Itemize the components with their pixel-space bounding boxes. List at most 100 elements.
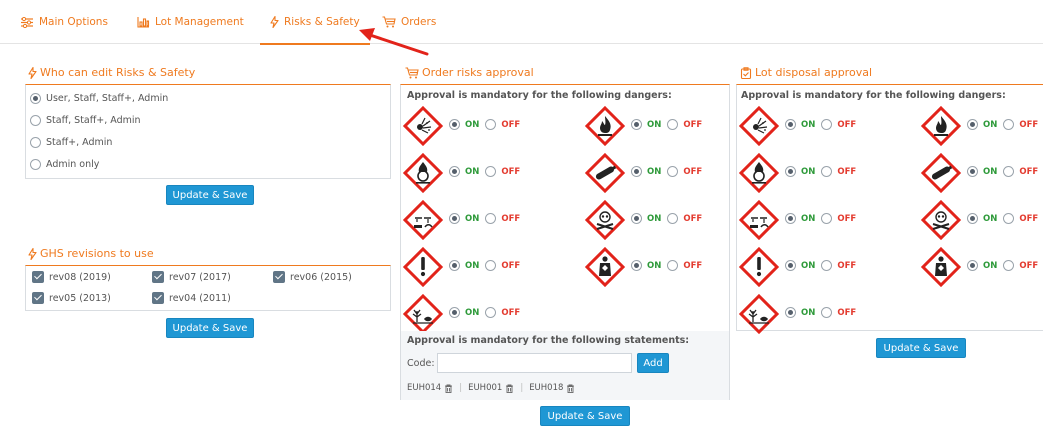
off-radio[interactable]: [821, 213, 833, 224]
radio-button[interactable]: [30, 137, 41, 148]
off-label: OFF: [501, 307, 521, 318]
off-radio[interactable]: [485, 213, 497, 224]
checkbox-rev07[interactable]: rev07 (2017): [152, 271, 231, 283]
on-radio[interactable]: [631, 119, 642, 130]
off-radio[interactable]: [821, 119, 833, 130]
radio-option-user-staff-admin[interactable]: User, Staff, Staff+, Admin: [30, 93, 168, 104]
checkbox[interactable]: [152, 292, 164, 304]
ghs-revisions-title: GHS revisions to use: [28, 247, 154, 260]
off-radio[interactable]: [1003, 166, 1015, 177]
off-radio[interactable]: [1003, 260, 1015, 271]
off-radio[interactable]: [667, 213, 679, 224]
on-radio[interactable]: [967, 119, 978, 130]
order-risks-save-button[interactable]: Update & Save: [540, 406, 630, 426]
checkbox[interactable]: [32, 271, 44, 283]
checkbox-label: rev05 (2013): [49, 292, 111, 304]
off-radio[interactable]: [667, 260, 679, 271]
off-label: OFF: [683, 166, 703, 177]
bolt-icon: [28, 247, 37, 260]
checkbox[interactable]: [273, 271, 285, 283]
off-radio[interactable]: [821, 307, 833, 318]
statement-code: EUH014: [407, 383, 442, 393]
on-off-toggle: ON OFF: [967, 260, 1038, 271]
on-radio[interactable]: [967, 260, 978, 271]
toxic-skull-icon: [585, 200, 625, 240]
bolt-icon: [28, 66, 37, 79]
on-label: ON: [465, 213, 480, 224]
flammable-icon: [585, 106, 625, 146]
on-label: ON: [983, 213, 998, 224]
statement-tags: EUH014 | EUH001 | EUH018: [407, 383, 581, 393]
radio-option-staffplus-admin[interactable]: Staff+, Admin: [30, 137, 112, 148]
code-input[interactable]: [437, 353, 632, 373]
ghs-revisions-save-button[interactable]: Update & Save: [166, 318, 254, 338]
on-radio[interactable]: [631, 213, 642, 224]
delete-icon[interactable]: [444, 384, 453, 393]
radio-button[interactable]: [30, 159, 41, 170]
on-radio[interactable]: [785, 213, 796, 224]
on-off-toggle: ON OFF: [785, 166, 856, 177]
on-radio[interactable]: [785, 119, 796, 130]
on-radio[interactable]: [449, 307, 460, 318]
off-radio[interactable]: [485, 166, 497, 177]
radio-option-admin-only[interactable]: Admin only: [30, 159, 99, 170]
statements-area: Approval is mandatory for the following …: [401, 331, 729, 400]
checkbox-rev06[interactable]: rev06 (2015): [273, 271, 352, 283]
checkbox-rev05[interactable]: rev05 (2013): [32, 292, 111, 304]
on-radio[interactable]: [967, 213, 978, 224]
delete-icon[interactable]: [505, 384, 514, 393]
exclamation-icon: [739, 247, 779, 287]
explosive-icon: [739, 106, 779, 146]
off-radio[interactable]: [667, 166, 679, 177]
who-can-edit-save-button[interactable]: Update & Save: [166, 185, 254, 205]
on-label: ON: [465, 166, 480, 177]
radio-button[interactable]: [30, 93, 41, 104]
on-off-toggle: ON OFF: [967, 119, 1038, 130]
checkbox-rev04[interactable]: rev04 (2011): [152, 292, 231, 304]
tab-lot-management[interactable]: Lot Management: [137, 0, 244, 44]
oxidizer-icon: [403, 153, 443, 193]
on-radio[interactable]: [449, 119, 460, 130]
checkbox-rev08[interactable]: rev08 (2019): [32, 271, 111, 283]
checkbox[interactable]: [32, 292, 44, 304]
on-radio[interactable]: [631, 260, 642, 271]
statements-header: Approval is mandatory for the following …: [407, 335, 690, 346]
off-radio[interactable]: [485, 307, 497, 318]
toxic-skull-icon: [921, 200, 961, 240]
delete-icon[interactable]: [566, 384, 575, 393]
off-radio[interactable]: [667, 119, 679, 130]
lot-disposal-save-button[interactable]: Update & Save: [876, 338, 966, 358]
on-radio[interactable]: [785, 307, 796, 318]
statement-tag: EUH018: [529, 383, 575, 393]
tab-risks-safety[interactable]: Risks & Safety: [260, 0, 370, 45]
off-radio[interactable]: [485, 260, 497, 271]
on-label: ON: [801, 260, 816, 271]
off-radio[interactable]: [1003, 119, 1015, 130]
off-radio[interactable]: [821, 260, 833, 271]
radio-button[interactable]: [30, 115, 41, 126]
add-statement-button[interactable]: Add: [637, 353, 669, 373]
radio-option-staff-admin[interactable]: Staff, Staff+, Admin: [30, 115, 141, 126]
on-off-toggle: ON OFF: [785, 260, 856, 271]
on-radio[interactable]: [449, 260, 460, 271]
on-radio[interactable]: [631, 166, 642, 177]
tab-label: Risks & Safety: [284, 16, 360, 28]
cart-icon: [405, 66, 419, 78]
on-off-toggle: ON OFF: [785, 119, 856, 130]
off-radio[interactable]: [1003, 213, 1015, 224]
on-radio[interactable]: [449, 166, 460, 177]
who-can-edit-title: Who can edit Risks & Safety: [28, 66, 195, 79]
checkbox[interactable]: [152, 271, 164, 283]
tab-main-options[interactable]: Main Options: [20, 0, 108, 44]
checkbox-label: rev08 (2019): [49, 271, 111, 283]
on-radio[interactable]: [785, 260, 796, 271]
radio-label: Staff, Staff+, Admin: [46, 115, 141, 126]
on-radio[interactable]: [449, 213, 460, 224]
off-label: OFF: [837, 260, 857, 271]
off-label: OFF: [683, 260, 703, 271]
off-radio[interactable]: [485, 119, 497, 130]
on-radio[interactable]: [785, 166, 796, 177]
off-radio[interactable]: [821, 166, 833, 177]
statement-code: EUH018: [529, 383, 564, 393]
on-radio[interactable]: [967, 166, 978, 177]
